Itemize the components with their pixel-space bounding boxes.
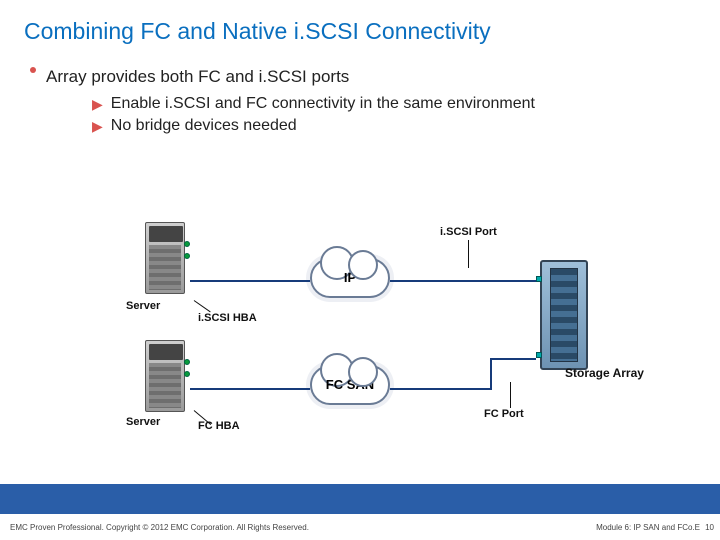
bullet-section: Array provides both FC and i.SCSI ports …	[0, 45, 720, 135]
connector-line	[390, 280, 536, 282]
port-dot-icon	[184, 359, 190, 365]
port-dot-icon	[184, 241, 190, 247]
arrow-icon: ▶	[92, 118, 103, 135]
sub-bullet-list: ▶ Enable i.SCSI and FC connectivity in t…	[30, 87, 720, 135]
fc-hba-label: FC HBA	[198, 420, 240, 432]
sub-bullet-text: Enable i.SCSI and FC connectivity in the…	[111, 95, 535, 113]
server-label: Server	[126, 300, 160, 312]
bullet-marker	[30, 67, 36, 73]
copyright-text: EMC Proven Professional. Copyright © 201…	[10, 523, 309, 532]
sub-bullet-text: No bridge devices needed	[111, 117, 297, 135]
iscsi-port-label: i.SCSI Port	[440, 226, 497, 238]
port-dot-icon	[184, 371, 190, 377]
module-label: Module 6: IP SAN and FCo.E	[596, 523, 700, 532]
iscsi-port-icon	[536, 276, 542, 282]
iscsi-hba-label: i.SCSI HBA	[198, 312, 257, 324]
fc-cloud-label: FC SAN	[312, 377, 388, 392]
storage-array-label: Storage Array	[565, 366, 644, 380]
connector-line	[190, 388, 310, 390]
callout-arrow	[510, 382, 511, 408]
fc-port-icon	[536, 352, 542, 358]
storage-array-icon	[540, 260, 588, 370]
footer-band	[0, 484, 720, 514]
ip-cloud-icon: IP	[310, 258, 390, 298]
fc-port-label: FC Port	[484, 408, 524, 420]
connector-line	[490, 358, 536, 360]
callout-arrow	[194, 300, 211, 312]
server-label: Server	[126, 416, 160, 428]
page-number: 10	[705, 523, 714, 532]
port-dot-icon	[184, 253, 190, 259]
server-icon	[145, 340, 185, 412]
ip-cloud-label: IP	[312, 270, 388, 285]
arrow-icon: ▶	[92, 96, 103, 113]
main-bullet: Array provides both FC and i.SCSI ports	[30, 67, 720, 87]
slide-title: Combining FC and Native i.SCSI Connectiv…	[0, 0, 720, 45]
server-icon	[145, 222, 185, 294]
callout-arrow	[468, 240, 469, 268]
sub-bullet: ▶ No bridge devices needed	[92, 117, 720, 135]
connector-line	[190, 280, 310, 282]
sub-bullet: ▶ Enable i.SCSI and FC connectivity in t…	[92, 95, 720, 113]
connector-line	[490, 358, 492, 390]
main-bullet-text: Array provides both FC and i.SCSI ports	[46, 67, 349, 87]
network-diagram: IP FC SAN Server Server i.SCSI HBA FC HB…	[0, 210, 720, 460]
connector-line	[390, 388, 490, 390]
fc-san-cloud-icon: FC SAN	[310, 365, 390, 405]
